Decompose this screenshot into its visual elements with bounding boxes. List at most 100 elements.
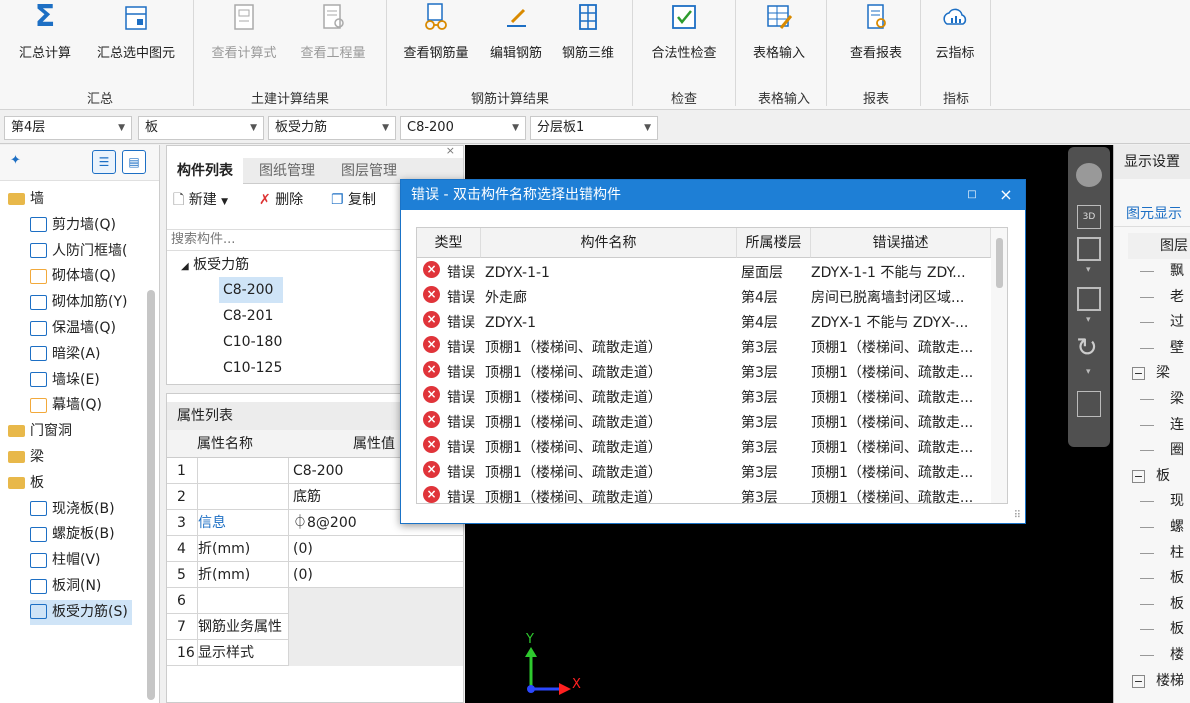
grid-view-icon[interactable]: ▤ — [122, 150, 146, 174]
element-subtype-select[interactable]: 板受力筋 ▼ — [268, 116, 396, 140]
property-value[interactable]: (0) — [288, 536, 463, 562]
tree-item[interactable]: 砌体加筋(Y) — [30, 290, 127, 315]
layer-item[interactable]: − 板 — [1114, 464, 1190, 489]
rotate-icon[interactable]: ↻ — [1076, 333, 1098, 363]
error-row[interactable]: × 错误 顶棚1（楼梯间、疏散走道） 第3层 顶棚1（楼梯间、疏散走... — [417, 436, 991, 461]
box-view-icon[interactable] — [1077, 287, 1101, 311]
copy-button[interactable]: ❐ 复制 — [331, 186, 376, 214]
summary-selected-button[interactable]: 汇总选中图元 — [88, 0, 184, 86]
property-row[interactable]: 6 — [167, 588, 463, 614]
close-icon[interactable]: × — [991, 180, 1021, 210]
chevron-down-icon[interactable]: ▾ — [1086, 367, 1091, 377]
view-report-button[interactable]: 查看报表 — [836, 0, 916, 86]
collapse-icon[interactable]: − — [1132, 469, 1145, 483]
edit-rebar-button[interactable]: 编辑钢筋 — [484, 0, 548, 86]
tree-item[interactable]: 幕墙(Q) — [30, 393, 102, 418]
layout-icon[interactable] — [1077, 391, 1101, 417]
list-view-icon[interactable]: ☰ — [92, 150, 116, 174]
error-row[interactable]: × 错误 外走廊 第4层 房间已脱离墙封闭区域... — [417, 286, 991, 311]
layer-item[interactable]: 壁 — [1114, 336, 1190, 361]
tree-item[interactable]: 暗梁(A) — [30, 342, 101, 367]
tree-item[interactable]: 柱帽(V) — [30, 548, 101, 573]
tree-item[interactable]: 板洞(N) — [30, 574, 101, 599]
table-scrollbar-thumb[interactable] — [996, 238, 1003, 288]
property-value[interactable] — [288, 640, 463, 666]
layer-item[interactable]: 圈 — [1114, 438, 1190, 463]
error-row[interactable]: × 错误 顶棚1（楼梯间、疏散走道） 第3层 顶棚1（楼梯间、疏散走... — [417, 461, 991, 486]
close-icon[interactable]: × — [446, 144, 455, 157]
error-row[interactable]: × 错误 ZDYX-1 第4层 ZDYX-1 不能与 ZDYX-... — [417, 311, 991, 336]
orbit-icon[interactable] — [1076, 163, 1102, 187]
layer-item[interactable]: 板 — [1114, 617, 1190, 642]
tree-item[interactable]: 门窗洞 — [8, 419, 72, 444]
tree-item[interactable]: 墙垛(E) — [30, 368, 100, 393]
tree-item[interactable]: 墙 — [8, 187, 44, 212]
property-row[interactable]: 16 显示样式 — [167, 640, 463, 666]
tab-layer-manage[interactable]: 图层管理 — [331, 158, 407, 184]
element-type-select[interactable]: 板 ▼ — [138, 116, 264, 140]
tree-item[interactable]: 螺旋板(B) — [30, 522, 115, 547]
tab-element-display[interactable]: 图元显示 — [1114, 201, 1190, 227]
component-select[interactable]: C8-200 ▼ — [400, 116, 526, 140]
chevron-down-icon[interactable]: ▾ — [1086, 315, 1091, 325]
layer-item[interactable]: 柱 — [1114, 541, 1190, 566]
error-row[interactable]: × 错误 顶棚1（楼梯间、疏散走道） 第3层 顶棚1（楼梯间、疏散走... — [417, 386, 991, 411]
collapse-icon[interactable]: − — [1132, 367, 1145, 381]
view-quantity-button[interactable]: 查看工程量 — [293, 0, 373, 86]
view-rebar-button[interactable]: 查看钢筋量 — [396, 0, 476, 86]
view-formula-button[interactable]: 查看计算式 — [205, 0, 283, 86]
layer-item[interactable]: 梁 — [1114, 387, 1190, 412]
error-row[interactable]: × 错误 顶棚1（楼梯间、疏散走道） 第3层 顶棚1（楼梯间、疏散走... — [417, 486, 991, 503]
layer-item[interactable]: 老 — [1114, 285, 1190, 310]
layer-item[interactable]: − 梁 — [1114, 361, 1190, 386]
tree-item[interactable]: 板受力筋(S) — [30, 599, 132, 625]
property-row[interactable]: 7 钢筋业务属性 — [167, 614, 463, 640]
property-value[interactable] — [288, 588, 463, 614]
resize-grip-icon[interactable]: ⠿ — [1014, 510, 1021, 521]
floor-select[interactable]: 第4层 ▼ — [4, 116, 132, 140]
layer-item[interactable]: 楼 — [1114, 643, 1190, 668]
tree-item[interactable]: 砌体墙(Q) — [30, 264, 116, 289]
tree-item[interactable]: 现浇板(B) — [30, 497, 115, 522]
cloud-index-button[interactable]: 云指标 — [925, 0, 985, 86]
component-item[interactable]: C8-201 — [219, 303, 289, 329]
col-header-desc[interactable]: 错误描述 — [811, 228, 991, 258]
component-item[interactable]: C8-200 — [219, 277, 283, 303]
rebar-3d-button[interactable]: 钢筋三维 — [556, 0, 620, 86]
col-header-floor[interactable]: 所属楼层 — [737, 228, 811, 258]
layer-item[interactable]: 过 — [1114, 310, 1190, 335]
tab-drawing-manage[interactable]: 图纸管理 — [249, 158, 325, 184]
tree-item[interactable]: 梁 — [8, 445, 44, 470]
error-row[interactable]: × 错误 顶棚1（楼梯间、疏散走道） 第3层 顶棚1（楼梯间、疏散走... — [417, 361, 991, 386]
layer-select[interactable]: 分层板1 ▼ — [530, 116, 658, 140]
tree-item[interactable]: 板 — [8, 471, 44, 496]
property-row[interactable]: 4 折(mm) (0) — [167, 536, 463, 562]
tab-component-list[interactable]: 构件列表 — [167, 158, 243, 184]
error-row[interactable]: × 错误 顶棚1（楼梯间、疏散走道） 第3层 顶棚1（楼梯间、疏散走... — [417, 336, 991, 361]
collapse-icon[interactable]: − — [1132, 674, 1145, 688]
chevron-down-icon[interactable]: ▾ — [1086, 265, 1091, 275]
component-item[interactable]: C10-180 — [219, 329, 299, 355]
error-row[interactable]: × 错误 顶棚1（楼梯间、疏散走道） 第3层 顶棚1（楼梯间、疏散走... — [417, 411, 991, 436]
cube-view-icon[interactable] — [1077, 237, 1101, 261]
error-row[interactable]: × 错误 ZDYX-1-1 屋面层 ZDYX-1-1 不能与 ZDY... — [417, 261, 991, 286]
property-row[interactable]: 5 折(mm) (0) — [167, 562, 463, 588]
col-header-type[interactable]: 类型 — [417, 228, 481, 258]
layer-item[interactable]: − 楼梯 — [1114, 669, 1190, 694]
component-item[interactable]: C10-125 — [219, 355, 299, 381]
3d-view-icon[interactable]: 3D — [1077, 205, 1101, 229]
legality-check-button[interactable]: 合法性检查 — [641, 0, 727, 86]
sparkle-icon[interactable]: ✦ — [10, 153, 21, 168]
tree-item[interactable]: 保温墙(Q) — [30, 316, 116, 341]
tree-item[interactable]: 剪力墙(Q) — [30, 213, 116, 238]
new-button[interactable]: 🗋 新建 ▼ — [173, 186, 228, 216]
col-header-name[interactable]: 构件名称 — [481, 228, 737, 258]
layer-item[interactable]: 现 — [1114, 489, 1190, 514]
tree-root-slab-rebar[interactable]: ◢ 板受力筋 — [181, 254, 249, 278]
maximize-icon[interactable]: □ — [957, 180, 987, 210]
property-value[interactable] — [288, 614, 463, 640]
tree-item[interactable]: 人防门框墙( — [30, 239, 127, 264]
layer-item[interactable]: 板 — [1114, 592, 1190, 617]
layer-item[interactable]: 飘 — [1114, 259, 1190, 284]
property-value[interactable]: (0) — [288, 562, 463, 588]
